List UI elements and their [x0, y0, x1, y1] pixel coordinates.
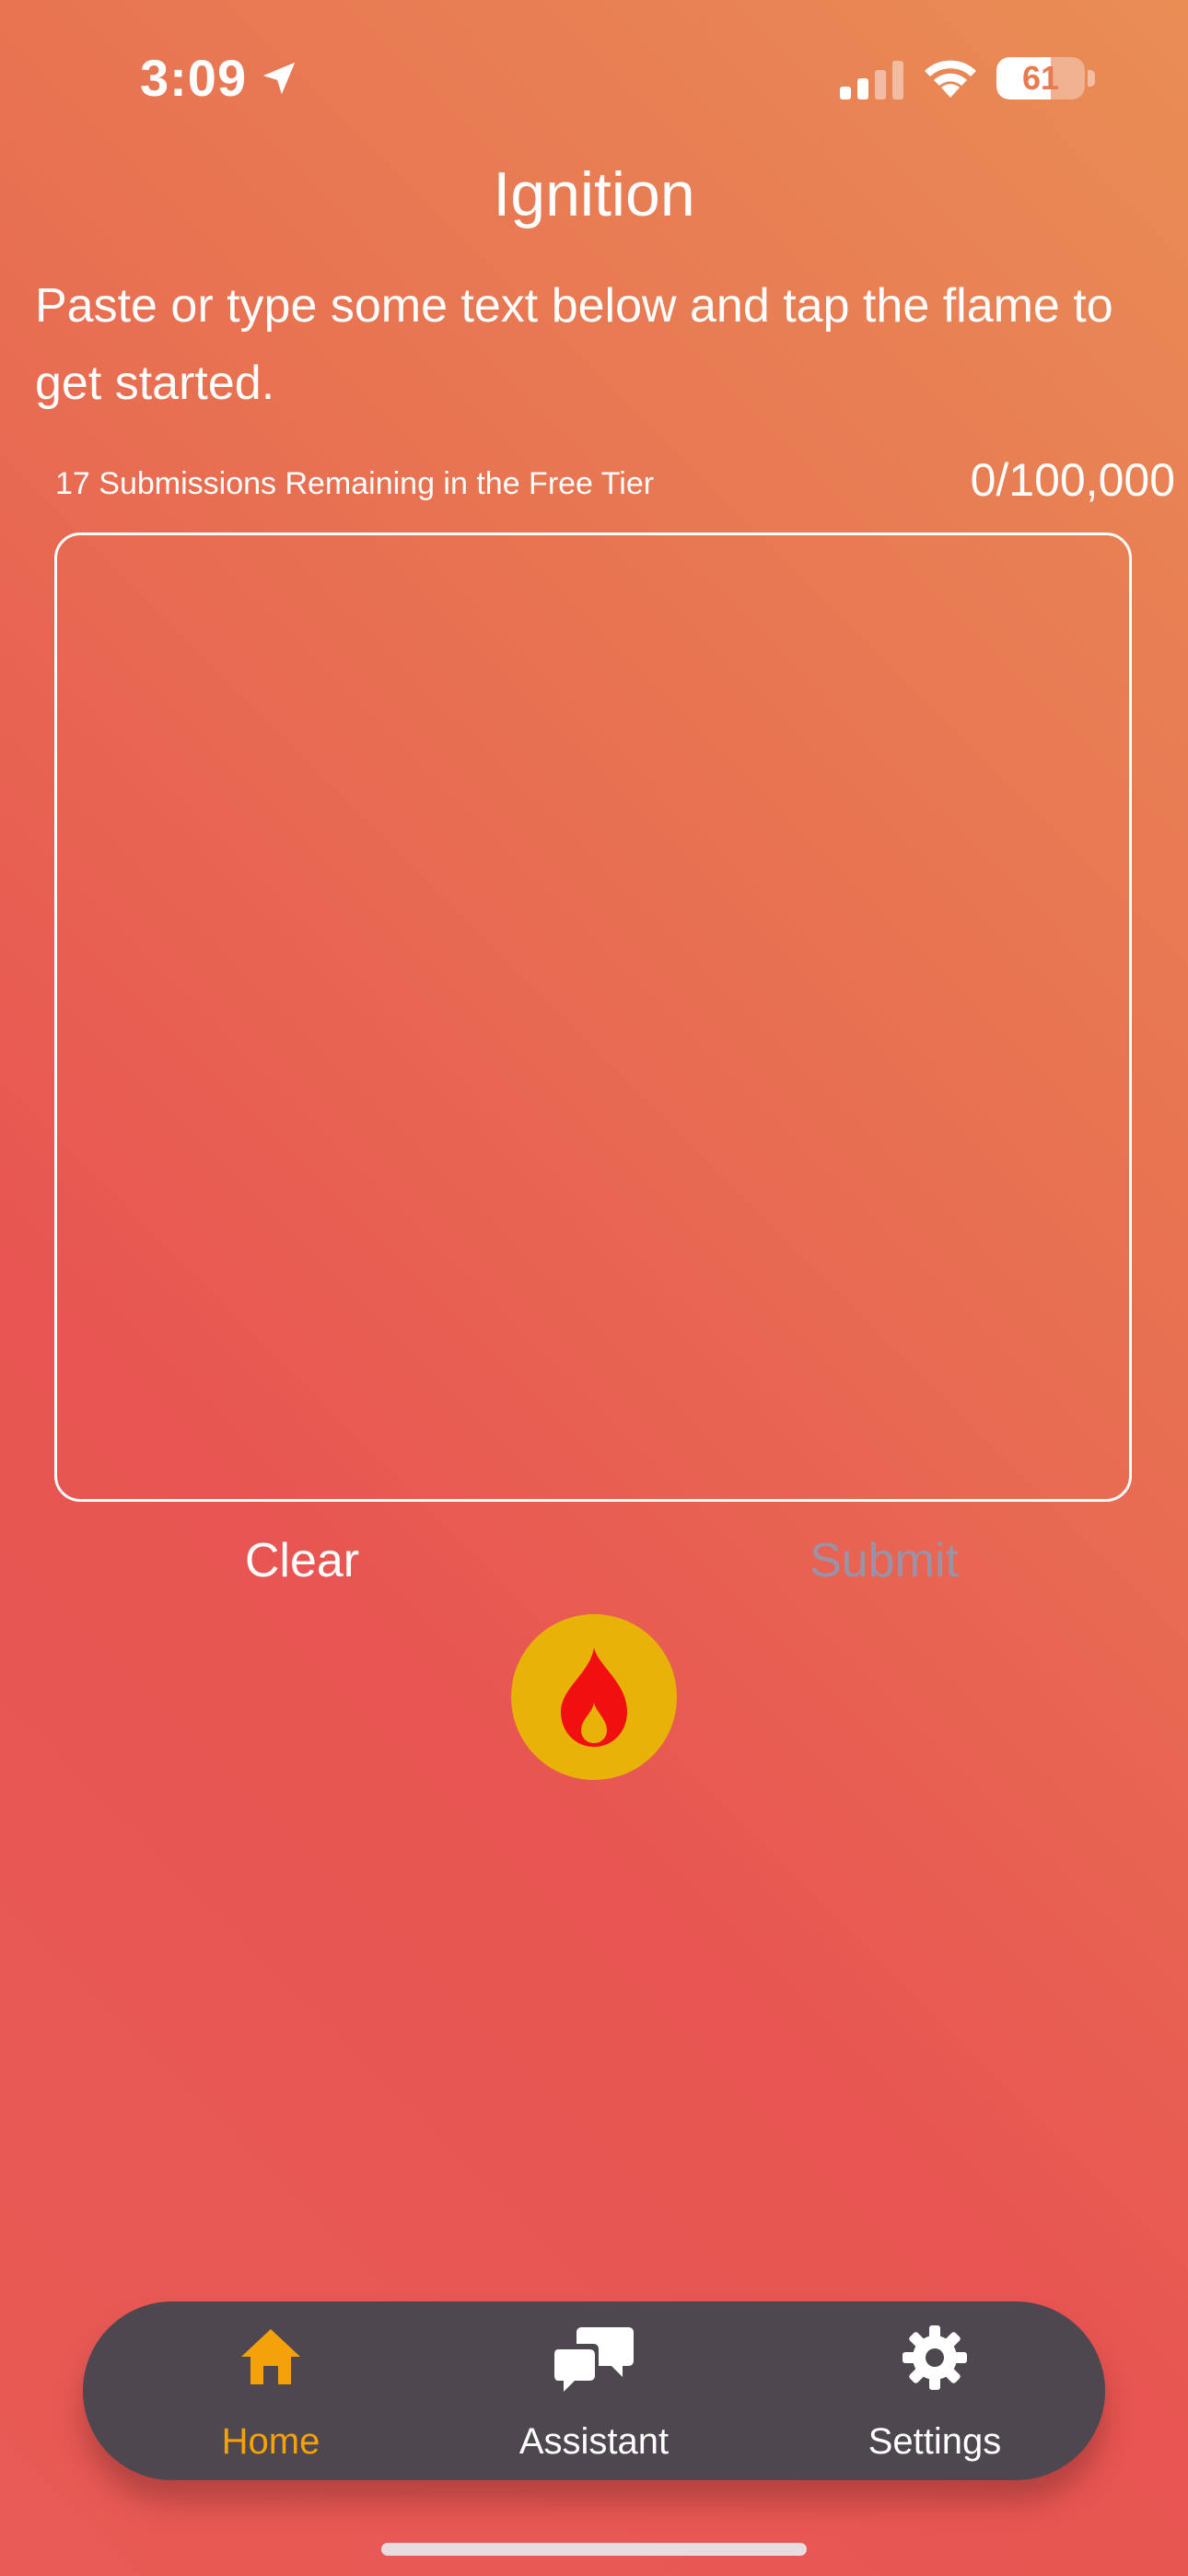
gear-icon — [903, 2325, 967, 2390]
text-input-area[interactable] — [54, 533, 1132, 1502]
flame-button[interactable] — [511, 1614, 677, 1780]
instructions-text: Paste or type some text below and tap th… — [35, 279, 1113, 410]
status-time: 3:09 — [140, 49, 248, 107]
remaining-submissions-label: 17 Submissions Remaining in the Free Tie… — [55, 466, 655, 501]
cellular-signal-icon — [840, 61, 903, 100]
character-counter: 0/100,000 — [970, 454, 1175, 506]
tab-assistant[interactable]: Assistant — [465, 2301, 723, 2480]
flame-icon — [561, 1647, 627, 1747]
page-title: Ignition — [493, 159, 695, 229]
submit-button[interactable]: Submit — [792, 1533, 976, 1588]
battery-tip — [1088, 70, 1095, 87]
home-indicator — [381, 2543, 807, 2556]
tab-home-label: Home — [221, 2421, 320, 2462]
house-icon — [241, 2329, 300, 2384]
location-arrow-icon — [262, 62, 296, 95]
tab-assistant-label: Assistant — [518, 2421, 670, 2462]
battery-indicator: 61 — [996, 57, 1085, 100]
tab-settings[interactable]: Settings — [806, 2301, 1064, 2480]
chat-bubbles-icon — [554, 2327, 634, 2392]
tab-bar: Home Assistant Settings — [83, 2301, 1105, 2480]
wifi-icon — [925, 60, 976, 98]
tab-home[interactable]: Home — [142, 2301, 400, 2480]
tab-settings-label: Settings — [868, 2421, 1002, 2462]
clear-button[interactable]: Clear — [210, 1533, 394, 1588]
status-bar: 3:09 61 — [0, 0, 1188, 157]
battery-label: 61 — [1021, 59, 1060, 97]
